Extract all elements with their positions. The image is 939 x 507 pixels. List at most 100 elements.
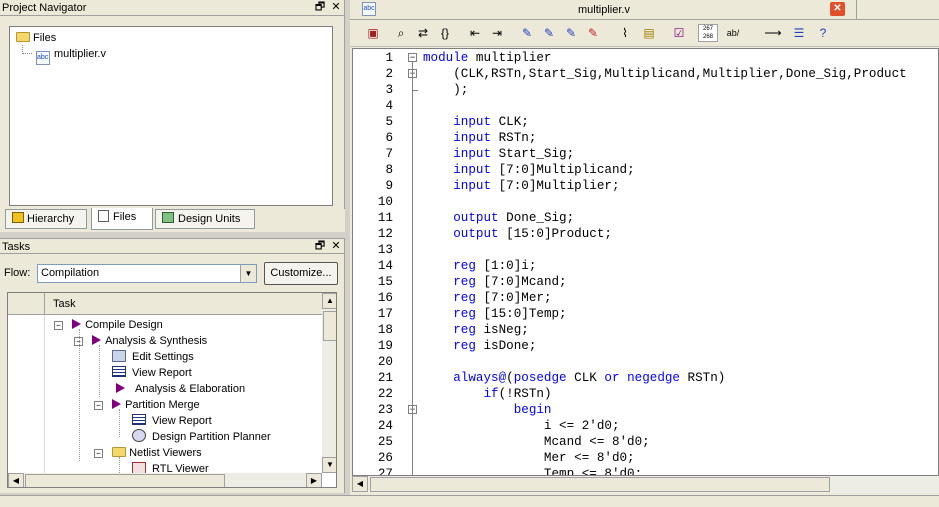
restore-icon[interactable]: 🗗	[314, 240, 326, 252]
close-icon[interactable]: ✕	[330, 240, 342, 252]
code-line[interactable]: Temp <= 8'd0;	[423, 466, 642, 475]
code-line[interactable]: (CLK,RSTn,Start_Sig,Multiplicand,Multipl…	[423, 66, 906, 82]
tab-design-units[interactable]: Design Units	[155, 209, 255, 229]
task-scrollbar-horizontal[interactable]: ◀ ▶	[8, 473, 322, 487]
scroll-thumb[interactable]	[25, 474, 225, 487]
code-line[interactable]: Mcand <= 8'd0;	[423, 434, 650, 450]
code-line[interactable]: always@(posedge CLK or negedge RSTn)	[423, 370, 725, 386]
window-icon[interactable]: ▣	[364, 24, 382, 42]
bookmark-clear-icon[interactable]: ✎	[584, 24, 602, 42]
check-icon[interactable]: ☑	[670, 24, 688, 42]
line-number: 22	[377, 387, 393, 401]
project-navigator-title: Project Navigator	[0, 0, 344, 16]
task-rows: − Compile Design − Analysis & Synthesis …	[8, 317, 322, 477]
tree-file-multiplier[interactable]: abc multiplier.v	[36, 46, 106, 65]
task-scrollbar-vertical[interactable]: ▲ ▼	[322, 293, 336, 473]
wrap-icon[interactable]: ab/	[722, 24, 744, 42]
tab-hierarchy[interactable]: Hierarchy	[5, 209, 87, 229]
scroll-left-icon[interactable]: ◀	[352, 476, 368, 492]
code-line[interactable]: reg isDone;	[423, 338, 536, 354]
find-replace-icon[interactable]: ⇄	[414, 24, 432, 42]
tab-files[interactable]: Files	[91, 208, 153, 230]
code-editor[interactable]: 1 2 3 4 5 6 7 8 9 10 11 12 13 14 15 16 17 18 19 20 21 22 23 24 2…	[352, 48, 939, 476]
line-number: 14	[377, 259, 393, 273]
code-line[interactable]: reg [7:0]Mcand;	[423, 274, 566, 290]
bookmark-icon[interactable]: ✎	[518, 24, 536, 42]
line-number-icon[interactable]: 267 268	[698, 24, 718, 42]
task-partition-merge[interactable]: − Partition Merge	[94, 397, 200, 413]
scroll-thumb[interactable]	[323, 311, 336, 341]
flow-label: Flow:	[4, 267, 31, 279]
attach-icon[interactable]: ⌇	[616, 24, 634, 42]
status-strip	[0, 495, 939, 507]
chevron-down-icon[interactable]: ▼	[240, 265, 256, 282]
scroll-up-icon[interactable]: ▲	[322, 293, 336, 309]
scroll-down-icon[interactable]: ▼	[322, 457, 336, 473]
brace-icon[interactable]: {}	[436, 24, 454, 42]
code-lines[interactable]: module multiplier (CLK,RSTn,Start_Sig,Mu…	[423, 49, 938, 475]
customize-button[interactable]: Customize...	[264, 262, 338, 285]
code-line[interactable]: reg [1:0]i;	[423, 258, 536, 274]
code-line[interactable]: );	[423, 82, 468, 98]
close-tab-icon[interactable]: ✕	[830, 2, 845, 16]
task-view-report[interactable]: View Report	[112, 365, 192, 381]
line-number: 26	[377, 451, 393, 465]
scroll-left-icon[interactable]: ◀	[8, 473, 24, 487]
task-compile-design[interactable]: − Compile Design	[54, 317, 163, 333]
fold-gutter: −−−	[405, 49, 421, 475]
task-view-report-merge[interactable]: View Report	[132, 413, 212, 429]
line-number: 16	[377, 291, 393, 305]
editor-scrollbar-horizontal[interactable]: ◀	[352, 476, 939, 493]
collapse-icon[interactable]: −	[94, 449, 103, 458]
restore-icon[interactable]: 🗗	[314, 1, 326, 13]
code-line[interactable]: input [7:0]Multiplier;	[423, 178, 619, 194]
bookmark-prev-icon[interactable]: ✎	[562, 24, 580, 42]
indent-increase-icon[interactable]: ⇥	[488, 24, 506, 42]
script-icon[interactable]: ▤	[640, 24, 658, 42]
close-icon[interactable]: ✕	[330, 1, 342, 13]
line-number: 15	[377, 275, 393, 289]
code-line[interactable]: reg [15:0]Temp;	[423, 306, 566, 322]
scroll-thumb[interactable]	[370, 477, 830, 492]
line-number: 24	[377, 419, 393, 433]
task-design-partition-planner[interactable]: Design Partition Planner	[132, 429, 271, 445]
flow-select[interactable]: Compilation ▼	[37, 264, 257, 283]
task-header-label: Task	[53, 298, 76, 310]
tree-root-files[interactable]: Files	[16, 30, 56, 46]
tasks-title: Tasks	[0, 238, 344, 254]
code-line[interactable]: input CLK;	[423, 114, 529, 130]
task-netlist-viewers[interactable]: − Netlist Viewers	[94, 445, 202, 461]
align-icon[interactable]: ☰	[790, 24, 808, 42]
code-line[interactable]: Mer <= 8'd0;	[423, 450, 635, 466]
line-number: 3	[385, 83, 393, 97]
bookmark-next-icon[interactable]: ✎	[540, 24, 558, 42]
line-number: 4	[385, 99, 393, 113]
code-line[interactable]: input [7:0]Multiplicand;	[423, 162, 634, 178]
code-line[interactable]: begin	[423, 402, 552, 418]
code-line[interactable]: output Done_Sig;	[423, 210, 574, 226]
indent-decrease-icon[interactable]: ⇤	[466, 24, 484, 42]
find-icon[interactable]: ⌕	[392, 24, 410, 42]
arrow-right-icon[interactable]: ⟶	[764, 24, 782, 42]
code-line[interactable]: input RSTn;	[423, 130, 536, 146]
fold-toggle-icon[interactable]: −	[408, 53, 417, 62]
task-edit-settings[interactable]: Edit Settings	[112, 349, 194, 365]
code-line[interactable]: reg [7:0]Mer;	[423, 290, 551, 306]
report-icon	[112, 366, 126, 377]
collapse-icon[interactable]: −	[54, 321, 63, 330]
collapse-icon[interactable]: −	[94, 401, 103, 410]
planner-icon	[132, 429, 146, 442]
editor-tab-title[interactable]: multiplier.v	[578, 4, 630, 16]
task-analysis-elaboration[interactable]: Analysis & Elaboration	[112, 381, 245, 397]
code-line[interactable]: input Start_Sig;	[423, 146, 574, 162]
code-line[interactable]: reg isNeg;	[423, 322, 529, 338]
code-line[interactable]: output [15:0]Product;	[423, 226, 612, 242]
verilog-file-icon: abc	[362, 2, 376, 16]
code-line[interactable]: module multiplier	[423, 50, 552, 66]
help-icon[interactable]: ?	[814, 24, 832, 42]
scroll-right-icon[interactable]: ▶	[306, 473, 322, 487]
line-number: 2	[385, 67, 393, 81]
task-analysis-synthesis[interactable]: − Analysis & Synthesis	[74, 333, 207, 349]
code-line[interactable]: if(!RSTn)	[423, 386, 551, 402]
code-line[interactable]: i <= 2'd0;	[423, 418, 620, 434]
